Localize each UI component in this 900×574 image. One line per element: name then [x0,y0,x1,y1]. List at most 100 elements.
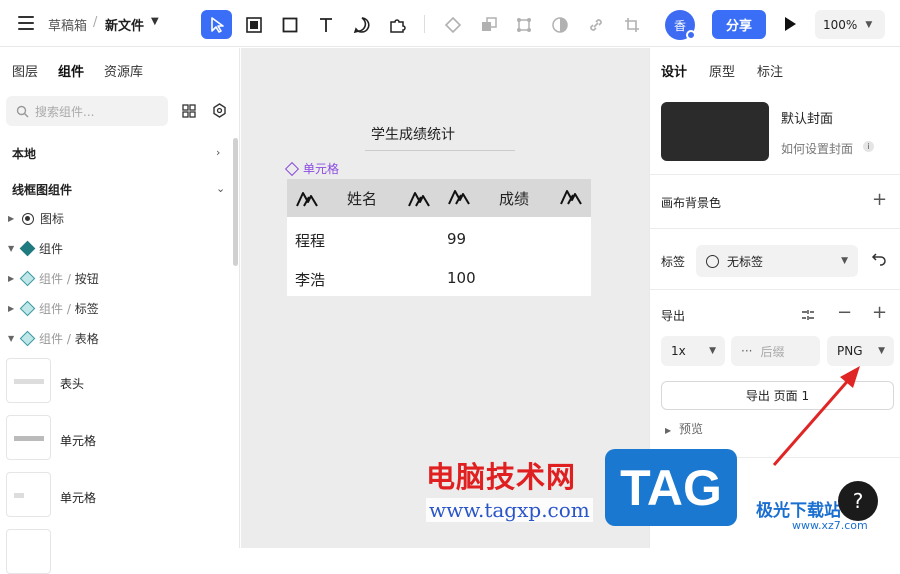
watermark-site: 极光下载站 [756,501,841,521]
left-tabs: 图层 组件 资源库 [12,61,143,80]
frame-title[interactable]: 学生成绩统计 [371,124,455,144]
section-wireframe[interactable]: 线框图组件 [12,181,72,198]
mountain-logo-icon [560,190,582,205]
divider [650,174,900,175]
tree-item-label: 图标 [40,212,65,226]
reset-icon[interactable] [871,251,887,267]
expand-down-icon[interactable]: ▼ [8,334,16,343]
tab-annotation[interactable]: 标注 [757,61,783,80]
cursor-icon [210,16,224,33]
tab-components[interactable]: 组件 [58,61,84,80]
component-library-icon[interactable] [212,103,227,118]
tree-item-tags[interactable]: ▶ 组件 / 标签 [8,300,99,317]
tree-item-table[interactable]: ▼ 组件 / 表格 [8,330,99,347]
tab-library[interactable]: 资源库 [104,61,143,80]
table-cell[interactable]: 程程 [295,230,325,251]
tree-item-buttons[interactable]: ▶ 组件 / 按钮 [8,270,99,287]
chevron-down-icon: ▼ [709,346,716,356]
more-icon: ··· [741,344,753,358]
share-button[interactable]: 分享 [712,10,766,39]
expand-right-icon[interactable]: ▶ [8,304,16,313]
component-icon [284,161,300,176]
search-icon [16,105,29,117]
export-scale-select[interactable]: 1x ▼ [661,336,725,366]
crop-button[interactable] [616,10,647,39]
search-input[interactable]: 搜索组件... [6,96,168,126]
comment-tool-button[interactable] [346,10,377,39]
component-label[interactable]: 表头 [60,375,84,392]
preview-toggle[interactable]: ▶ 预览 [665,420,703,437]
expand-down-icon[interactable]: ▼ [8,244,16,253]
chevron-right-icon[interactable]: › [216,146,220,159]
zoom-value: 100% [823,17,858,32]
boolean-button[interactable] [473,10,504,39]
boolean-icon [481,16,497,31]
plus-icon[interactable]: + [872,302,887,323]
mask-button[interactable] [544,10,575,39]
info-icon[interactable]: i [863,141,874,152]
watermark-text: 电脑技术网 [426,460,577,494]
chevron-down-icon: ▼ [865,19,873,30]
chevron-down-icon[interactable]: ⌄ [216,182,225,195]
menu-icon[interactable] [18,16,34,30]
play-icon[interactable] [782,14,798,34]
rectangle-icon [282,17,297,32]
section-local[interactable]: 本地 [12,145,36,162]
expand-right-icon[interactable]: ▶ [8,274,16,283]
component-thumbnail[interactable] [6,415,51,460]
right-tabs: 设计 原型 标注 [661,61,783,80]
table-cell[interactable]: 李浩 [295,269,325,290]
mountain-logo-icon [296,192,318,207]
search-placeholder: 搜索组件... [35,104,95,119]
breadcrumb-drafts[interactable]: 草稿箱 [48,15,87,34]
tag-select[interactable]: 无标签 ▼ [696,245,858,277]
zoom-select[interactable]: 100% ▼ [815,10,885,39]
expand-right-icon[interactable]: ▶ [8,214,16,223]
preview-label: 预览 [678,422,703,436]
column-header-name[interactable]: 姓名 [347,179,377,217]
cover-thumbnail[interactable] [661,102,769,161]
table-header[interactable]: 姓名 成绩 [287,179,591,217]
component-icon [444,16,461,33]
tree-item-label: 按钮 [74,272,99,286]
help-button[interactable]: ? [838,481,878,521]
component-label[interactable]: 单元格 [60,489,96,506]
chevron-down-icon[interactable]: ▼ [151,16,159,27]
component-icon [19,300,36,317]
component-thumbnail[interactable] [6,358,51,403]
plugin-tool-button[interactable] [381,10,412,39]
tree-item-label: 表格 [74,332,99,346]
tab-design[interactable]: 设计 [661,61,687,80]
divider [650,228,900,229]
expand-right-icon: ▶ [665,426,672,435]
outline-button[interactable] [508,10,539,39]
grid-view-icon[interactable] [182,104,196,118]
link-button[interactable] [580,10,611,39]
export-label: 导出 [661,309,686,323]
move-tool-button[interactable] [201,10,232,39]
file-name[interactable]: 新文件 [105,15,144,34]
rectangle-tool-button[interactable] [274,10,305,39]
tab-layers[interactable]: 图层 [12,61,38,80]
column-header-score[interactable]: 成绩 [499,179,529,217]
text-tool-button[interactable] [310,10,341,39]
split-icon[interactable] [801,308,815,322]
scrollbar[interactable] [233,138,238,266]
frame-icon [245,16,262,33]
table-cell[interactable]: 99 [447,230,466,248]
top-toolbar: 草稿箱 / 新文件 ▼ 香 分享 100% ▼ [0,0,900,47]
plus-icon[interactable]: + [872,189,887,210]
frame-tool-button[interactable] [238,10,269,39]
tab-prototype[interactable]: 原型 [709,61,735,80]
tree-item-icons[interactable]: ▶ 图标 [8,210,64,227]
component-thumbnail[interactable] [6,529,51,574]
table-cell[interactable]: 100 [447,269,476,287]
create-component-button[interactable] [437,10,468,39]
component-label[interactable]: 单元格 [60,432,96,449]
tree-item-components[interactable]: ▼ 组件 [8,240,63,257]
data-table[interactable]: 姓名 成绩 程程 99 李浩 100 [287,179,591,296]
component-thumbnail[interactable] [6,472,51,517]
cover-help-link[interactable]: 如何设置封面 [781,140,853,157]
selected-component-label[interactable]: 单元格 [284,160,339,177]
minus-icon[interactable]: − [837,302,852,323]
